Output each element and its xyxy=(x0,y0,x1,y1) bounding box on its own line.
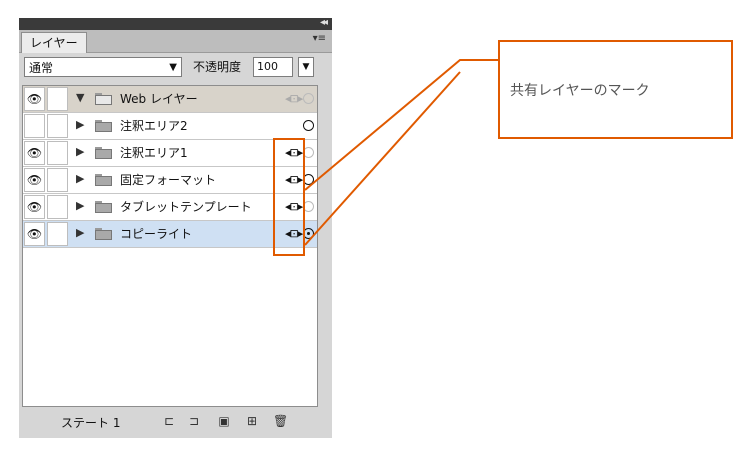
eye-icon[interactable]: 👁 xyxy=(24,141,45,165)
eye-icon[interactable]: 👁 xyxy=(24,168,45,192)
new-sublayer-icon[interactable]: ⊏ xyxy=(162,414,176,428)
folder-icon xyxy=(95,201,112,213)
callout-box: 共有レイヤーのマーク xyxy=(498,40,733,139)
panel-tab-bar: レイヤー ▾≡ xyxy=(19,30,332,53)
new-layer-icon[interactable]: ⊐ xyxy=(187,414,201,428)
trash-icon[interactable]: 🗑 xyxy=(273,414,288,428)
opacity-dropdown-button[interactable]: ▼ xyxy=(298,57,314,77)
callout-text: 共有レイヤーのマーク xyxy=(510,83,650,99)
target-circle-icon[interactable] xyxy=(303,93,314,104)
layer-name: 固定フォーマット xyxy=(120,173,217,187)
blend-mode-select[interactable]: 通常 ▼ xyxy=(24,57,182,77)
lock-toggle[interactable] xyxy=(47,222,68,246)
layer-controls: 通常 ▼ 不透明度 100 ▼ xyxy=(19,53,332,83)
panel-menu-icon[interactable]: ▾≡ xyxy=(313,33,326,44)
chevron-down-icon: ▼ xyxy=(169,62,177,73)
folder-open-icon xyxy=(95,93,112,105)
layer-name: Web レイヤー xyxy=(120,92,198,106)
lock-toggle[interactable] xyxy=(47,87,68,111)
add-object-icon[interactable]: ⊞ xyxy=(245,414,259,428)
eye-icon[interactable]: 👁 xyxy=(24,87,45,111)
lock-toggle[interactable] xyxy=(47,114,68,138)
state-label: ステート 1 xyxy=(61,416,121,430)
eye-icon[interactable]: 👁 xyxy=(24,222,45,246)
folder-icon xyxy=(95,147,112,159)
opacity-label: 不透明度 xyxy=(193,60,242,74)
expand-triangle-icon[interactable]: ▶ xyxy=(76,199,84,212)
mask-icon[interactable]: ▣ xyxy=(217,414,231,428)
expand-triangle-icon[interactable]: ▶ xyxy=(76,226,84,239)
layer-name: コピーライト xyxy=(120,227,193,241)
layer-name: 注釈エリア1 xyxy=(120,146,188,160)
layer-name: 注釈エリア2 xyxy=(120,119,188,133)
blend-mode-value: 通常 xyxy=(29,61,54,75)
opacity-input[interactable]: 100 xyxy=(253,57,293,77)
layer-row-web[interactable]: 👁 ▼ Web レイヤー ◂⊡▸ xyxy=(23,86,317,113)
layer-name: タブレットテンプレート xyxy=(120,200,252,214)
folder-icon xyxy=(95,174,112,186)
folder-icon xyxy=(95,228,112,240)
expand-triangle-icon[interactable]: ▼ xyxy=(76,91,84,104)
shared-marks-highlight xyxy=(273,138,305,256)
eye-icon[interactable]: 👁 xyxy=(24,195,45,219)
tab-layers[interactable]: レイヤー xyxy=(21,32,87,53)
expand-triangle-icon[interactable]: ▶ xyxy=(76,118,84,131)
lock-toggle[interactable] xyxy=(47,168,68,192)
target-circle-icon[interactable] xyxy=(303,120,314,131)
lock-toggle[interactable] xyxy=(47,141,68,165)
eye-toggle-empty[interactable] xyxy=(24,114,45,138)
panel-title-bar: ◂◂ xyxy=(19,17,332,30)
folder-icon xyxy=(95,120,112,132)
expand-triangle-icon[interactable]: ▶ xyxy=(76,172,84,185)
layer-row-annotation2[interactable]: ▶ 注釈エリア2 xyxy=(23,113,317,140)
panel-footer: ステート 1 ⊏ ⊐ ▣ ⊞ 🗑 xyxy=(19,410,332,438)
collapse-icon[interactable]: ◂◂ xyxy=(320,17,328,28)
lock-toggle[interactable] xyxy=(47,195,68,219)
expand-triangle-icon[interactable]: ▶ xyxy=(76,145,84,158)
shared-layer-icon[interactable]: ◂⊡▸ xyxy=(285,92,303,105)
